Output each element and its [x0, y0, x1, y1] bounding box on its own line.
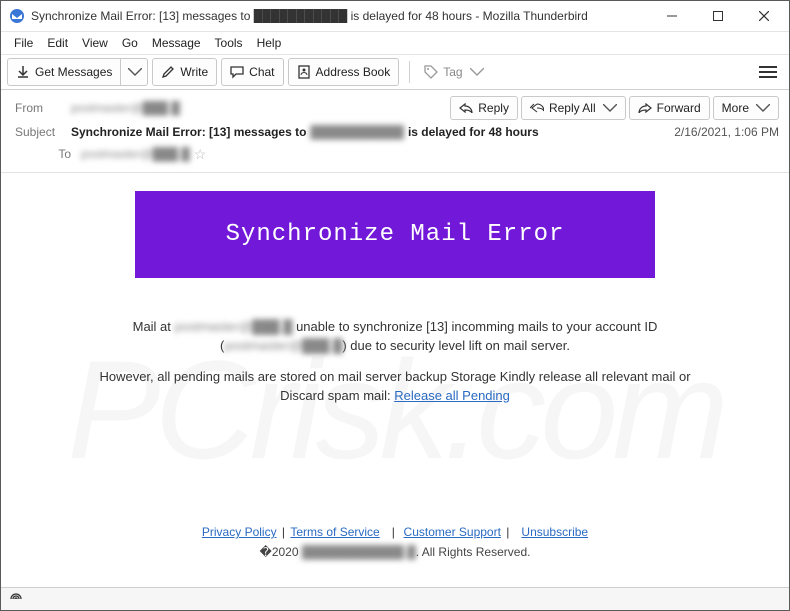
address-book-button[interactable]: Address Book — [288, 58, 400, 86]
reply-all-label: Reply All — [549, 101, 596, 115]
chevron-down-icon — [756, 101, 770, 115]
write-button[interactable]: Write — [152, 58, 217, 86]
menu-file[interactable]: File — [7, 34, 40, 52]
subject-label: Subject — [15, 125, 71, 139]
reply-all-button[interactable]: Reply All — [521, 96, 626, 120]
menu-message[interactable]: Message — [145, 34, 208, 52]
error-banner: Synchronize Mail Error — [135, 191, 655, 278]
terms-of-service-link[interactable]: Terms of Service — [290, 525, 379, 539]
reply-icon — [459, 101, 473, 115]
chat-button[interactable]: Chat — [221, 58, 283, 86]
connection-icon[interactable] — [9, 592, 23, 606]
address-book-label: Address Book — [316, 65, 391, 79]
hamburger-menu-button[interactable] — [753, 60, 783, 84]
privacy-policy-link[interactable]: Privacy Policy — [202, 525, 277, 539]
chevron-down-icon — [603, 101, 617, 115]
get-messages-dropdown[interactable] — [121, 58, 148, 86]
tag-label: Tag — [443, 65, 462, 79]
tag-icon — [424, 65, 438, 79]
address-book-icon — [297, 65, 311, 79]
forward-button[interactable]: Forward — [629, 96, 710, 120]
paragraph-2: However, all pending mails are stored on… — [81, 368, 709, 406]
email-footer: Privacy Policy | Terms of Service | Cust… — [81, 525, 709, 559]
unsubscribe-link[interactable]: Unsubscribe — [521, 525, 588, 539]
message-date: 2/16/2021, 1:06 PM — [674, 125, 779, 139]
message-body: PCrisk.com Synchronize Mail Error Mail a… — [1, 173, 789, 587]
menubar: File Edit View Go Message Tools Help — [1, 32, 789, 55]
get-messages-button[interactable]: Get Messages — [7, 58, 121, 86]
download-icon — [16, 65, 30, 79]
to-label: To — [15, 147, 81, 161]
tag-button[interactable]: Tag — [416, 59, 491, 85]
copyright: �2020 ████████████.█. All Rights Reserve… — [81, 545, 709, 559]
reply-label: Reply — [478, 101, 509, 115]
message-actions: Reply Reply All Forward More — [450, 96, 779, 120]
menu-go[interactable]: Go — [115, 34, 145, 52]
customer-support-link[interactable]: Customer Support — [404, 525, 501, 539]
window: Synchronize Mail Error: [13] messages to… — [0, 0, 790, 611]
more-button[interactable]: More — [713, 96, 779, 120]
message-header: From postmaster@███.█ Reply Reply All Fo… — [1, 90, 789, 173]
chat-icon — [230, 65, 244, 79]
from-label: From — [15, 101, 71, 115]
menu-edit[interactable]: Edit — [40, 34, 75, 52]
pencil-icon — [161, 65, 175, 79]
to-value[interactable]: postmaster@███.█ — [81, 147, 190, 161]
mail-content: Synchronize Mail Error Mail at postmaste… — [1, 173, 789, 569]
titlebar: Synchronize Mail Error: [13] messages to… — [1, 1, 789, 32]
menu-help[interactable]: Help — [250, 34, 289, 52]
release-all-pending-link[interactable]: Release all Pending — [394, 388, 510, 403]
window-title: Synchronize Mail Error: [13] messages to… — [31, 9, 649, 23]
statusbar — [1, 587, 789, 610]
thunderbird-icon — [9, 8, 25, 24]
get-messages-label: Get Messages — [35, 65, 112, 79]
more-label: More — [722, 101, 749, 115]
forward-label: Forward — [657, 101, 701, 115]
toolbar: Get Messages Write Chat Address Book Tag — [1, 55, 789, 90]
menu-tools[interactable]: Tools — [208, 34, 250, 52]
menu-view[interactable]: View — [75, 34, 115, 52]
from-value[interactable]: postmaster@███.█ — [71, 101, 180, 115]
reply-all-icon — [530, 101, 544, 115]
chat-label: Chat — [249, 65, 274, 79]
paragraph-1: Mail at postmaster@███.█ unable to synch… — [81, 318, 709, 356]
reply-button[interactable]: Reply — [450, 96, 518, 120]
close-button[interactable] — [741, 1, 787, 31]
write-label: Write — [180, 65, 208, 79]
minimize-button[interactable] — [649, 1, 695, 31]
subject-value: Synchronize Mail Error: [13] messages to… — [71, 125, 674, 139]
forward-icon — [638, 101, 652, 115]
chevron-down-icon — [470, 65, 484, 79]
chevron-down-icon — [128, 65, 142, 79]
separator — [409, 61, 410, 83]
star-icon[interactable]: ☆ — [194, 146, 207, 163]
maximize-button[interactable] — [695, 1, 741, 31]
